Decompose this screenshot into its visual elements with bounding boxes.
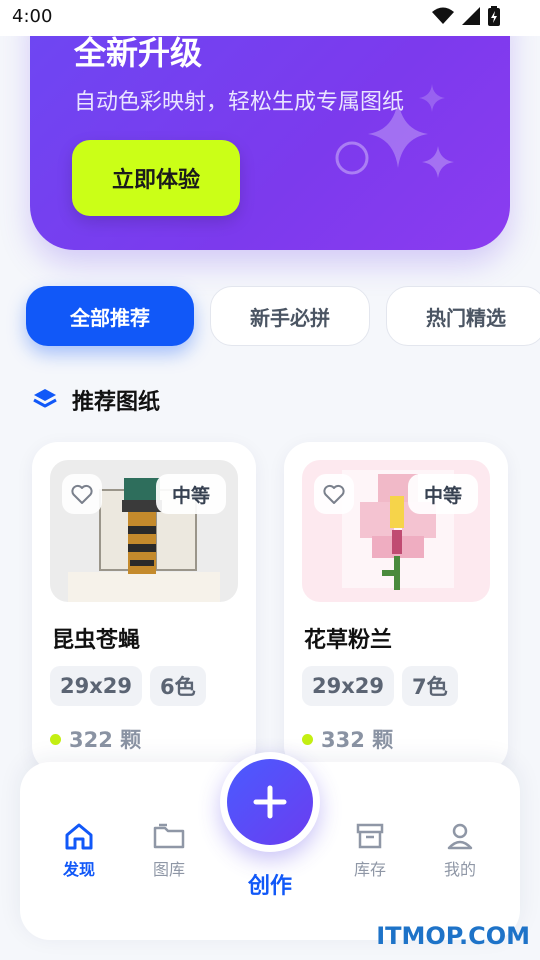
nav-discover[interactable]: 发现 — [47, 822, 111, 880]
create-label: 创作 — [247, 874, 292, 899]
archive-icon — [356, 823, 384, 849]
favorite-button[interactable] — [62, 474, 102, 514]
wifi-icon — [432, 7, 454, 24]
colors-chip: 6色 — [150, 666, 206, 706]
pattern-meta: 29x29 7色 — [302, 666, 458, 706]
pattern-name: 昆虫苍蝇 — [52, 628, 141, 653]
status-time: 4:00 — [12, 6, 53, 27]
nav-profile[interactable]: 我的 — [428, 822, 492, 880]
tab-all-recommended[interactable]: 全部推荐 — [26, 286, 194, 346]
promo-banner[interactable]: 全新升级 自动色彩映射，轻松生成专属图纸 立即体验 — [30, 0, 510, 250]
bead-count-text: 332 颗 — [321, 728, 394, 752]
pattern-name: 花草粉兰 — [304, 628, 393, 653]
category-tabs: 全部推荐 新手必拼 热门精选 — [26, 286, 540, 346]
tab-popular[interactable]: 热门精选 — [386, 286, 540, 346]
nav-profile-label: 我的 — [443, 860, 476, 879]
bead-dot-icon — [50, 733, 61, 745]
create-button[interactable] — [220, 752, 320, 852]
bead-count-text: 322 颗 — [69, 728, 142, 752]
nav-discover-label: 发现 — [62, 860, 95, 879]
heart-icon — [71, 484, 93, 504]
layers-icon — [33, 389, 57, 408]
section-title: 推荐图纸 — [72, 390, 161, 415]
sparkle-decoration-icon — [335, 84, 454, 178]
favorite-button[interactable] — [314, 474, 354, 514]
battery-icon — [488, 6, 500, 26]
tab-beginner[interactable]: 新手必拼 — [210, 286, 370, 346]
bead-count: 322 颗 — [50, 724, 141, 754]
create-button-inner — [227, 759, 313, 845]
watermark: ITMOP.COM — [376, 922, 530, 950]
status-icons — [432, 6, 500, 26]
nav-gallery[interactable]: 图库 — [137, 822, 201, 880]
bead-dot-icon — [302, 733, 313, 745]
difficulty-badge: 中等 — [408, 474, 478, 514]
pattern-card[interactable]: 中等 花草粉兰 29x29 7色 332 颗 — [284, 442, 508, 772]
status-bar: 4:00 — [0, 0, 540, 36]
signal-icon — [462, 7, 480, 25]
plus-icon — [253, 785, 287, 819]
try-now-button[interactable]: 立即体验 — [72, 140, 240, 216]
size-chip: 29x29 — [50, 666, 142, 706]
heart-icon — [323, 484, 345, 504]
home-icon — [65, 823, 93, 850]
nav-gallery-label: 图库 — [152, 860, 185, 879]
nav-inventory[interactable]: 库存 — [338, 822, 402, 880]
size-chip: 29x29 — [302, 666, 394, 706]
difficulty-badge: 中等 — [156, 474, 226, 514]
pattern-card[interactable]: 中等 昆虫苍蝇 29x29 6色 322 颗 — [32, 442, 256, 772]
bead-count: 332 颗 — [302, 724, 393, 754]
pattern-thumbnail: 中等 — [50, 460, 238, 602]
pattern-meta: 29x29 6色 — [50, 666, 206, 706]
folder-icon — [153, 823, 185, 849]
user-icon — [447, 823, 473, 850]
nav-inventory-label: 库存 — [353, 860, 386, 879]
pattern-thumbnail: 中等 — [302, 460, 490, 602]
colors-chip: 7色 — [402, 666, 458, 706]
section-header: 推荐图纸 — [32, 384, 160, 416]
